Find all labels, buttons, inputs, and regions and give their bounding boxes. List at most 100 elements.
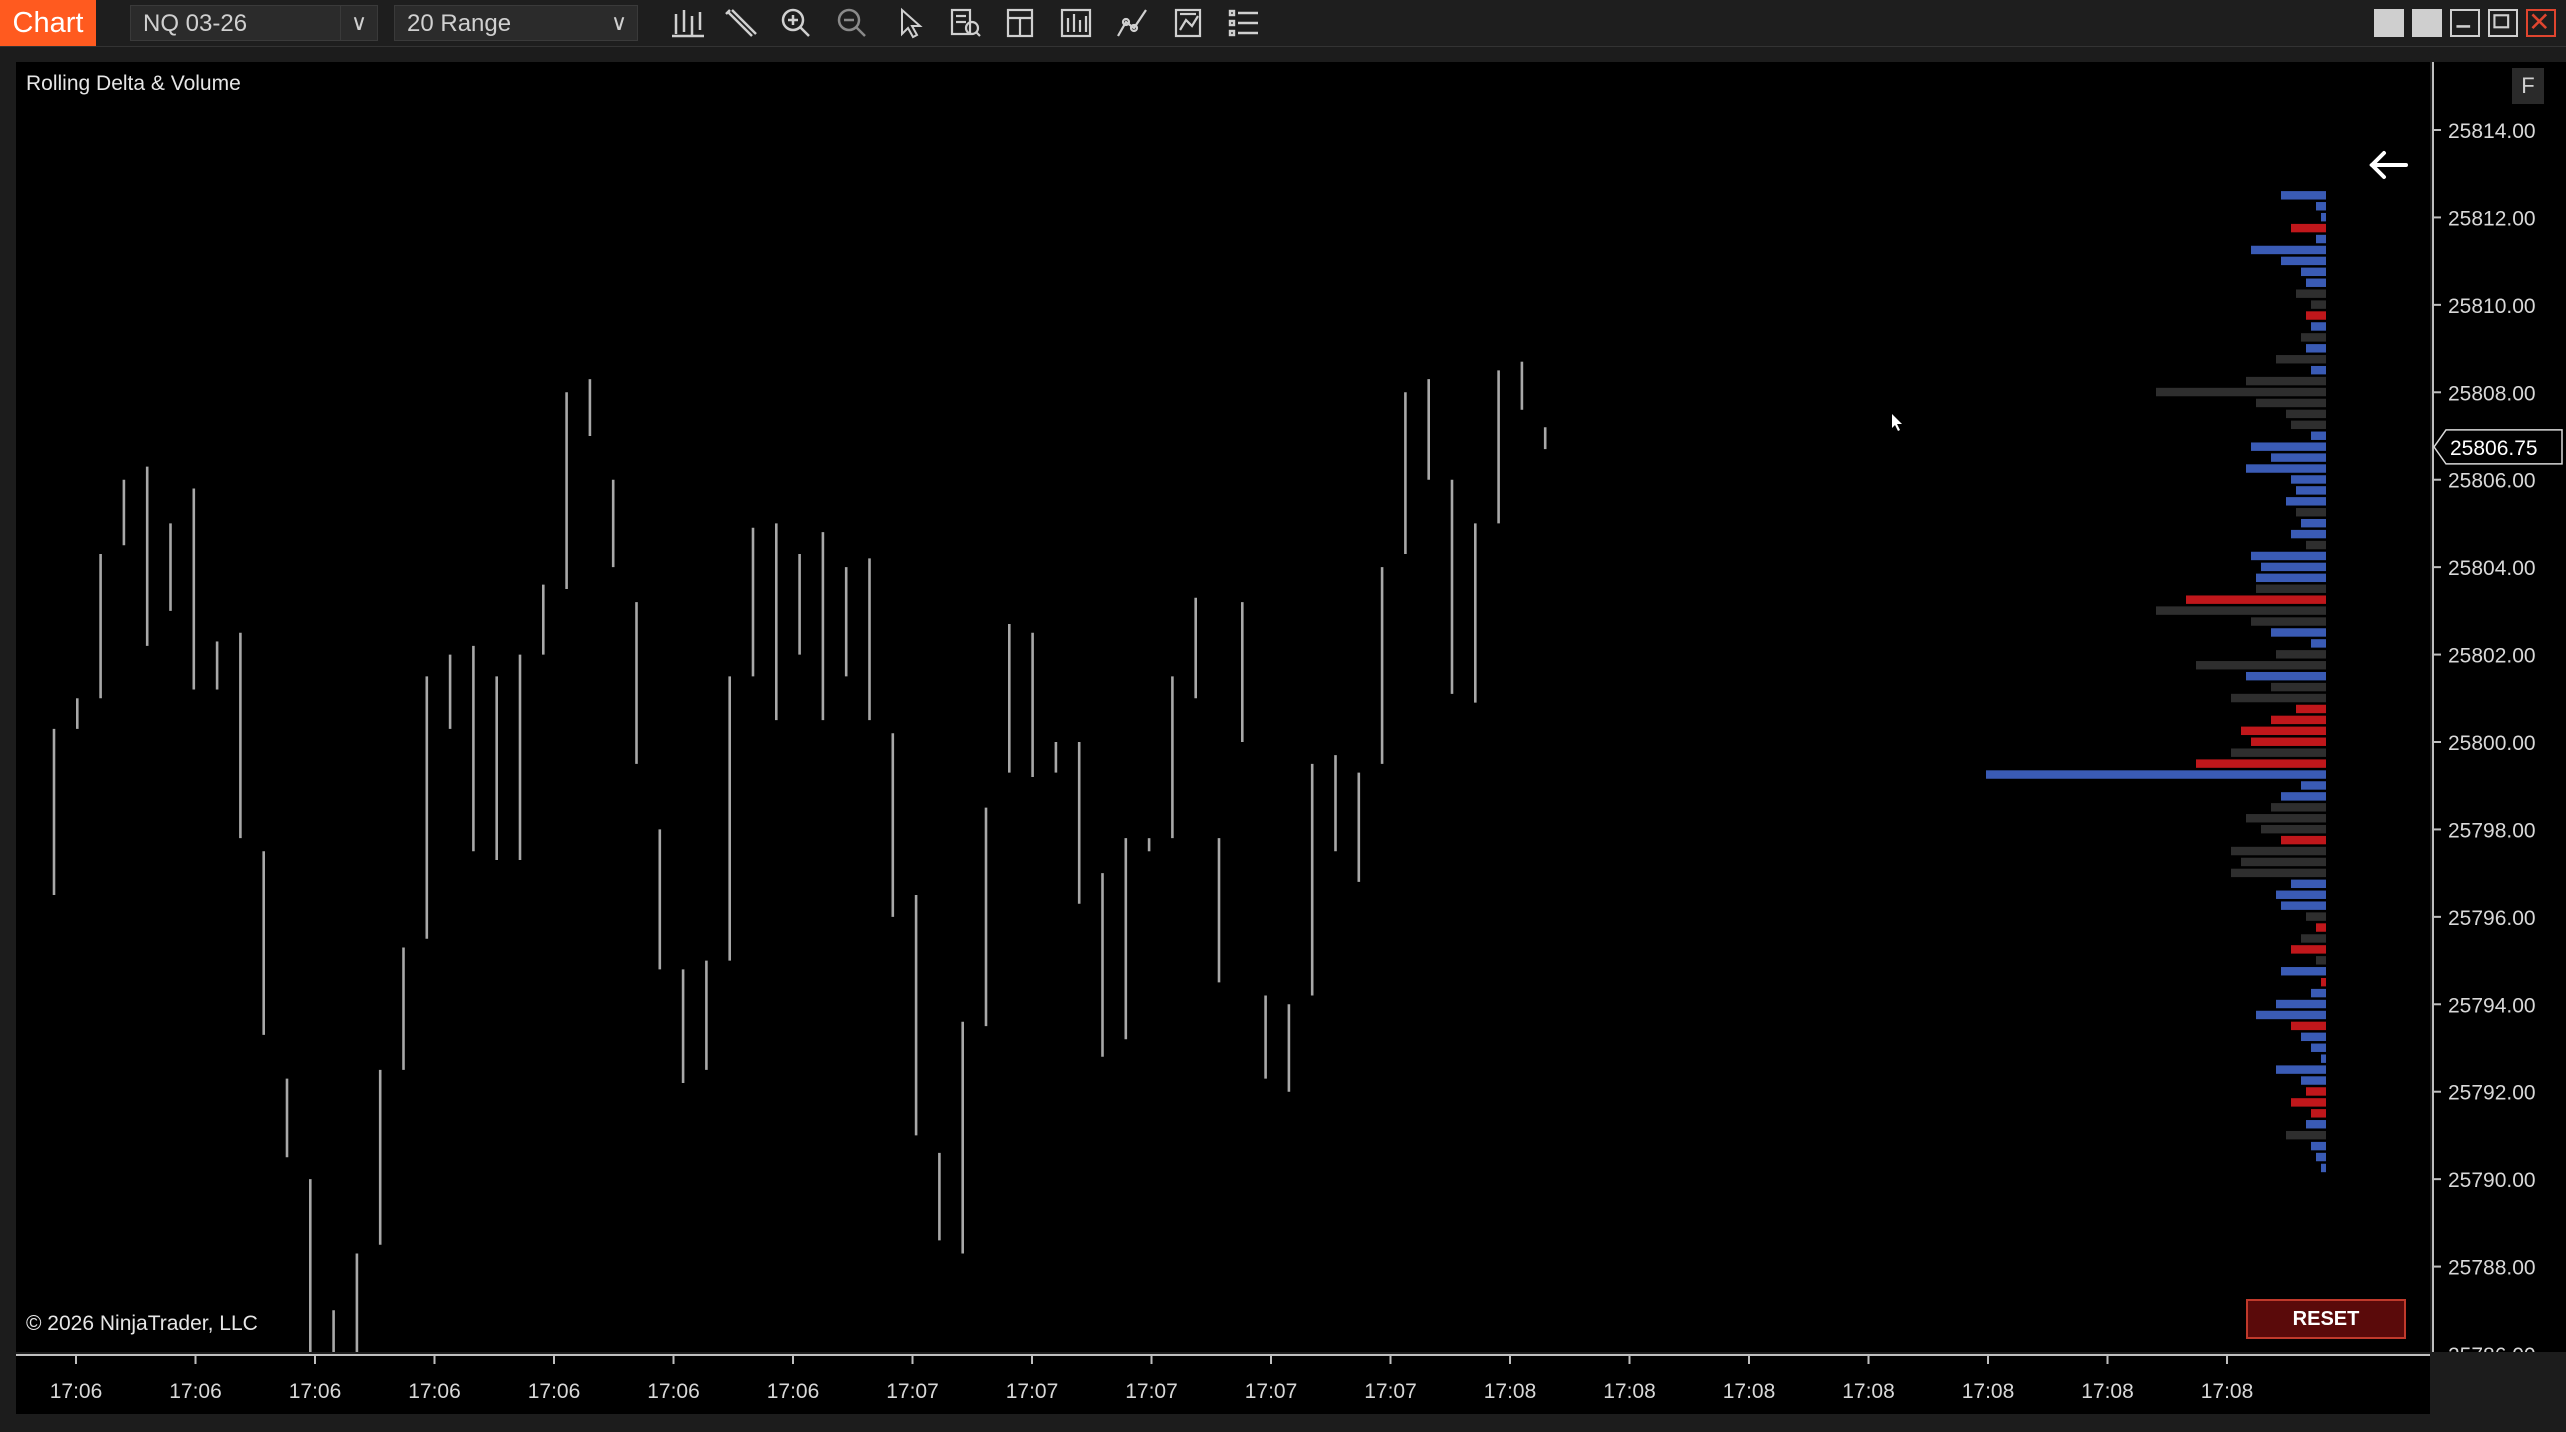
volume-profile-row <box>2231 868 2326 878</box>
volume-profile-row <box>2156 387 2326 397</box>
price-tick-label: 25810.00 <box>2448 295 2536 318</box>
time-tick-label: 17:06 <box>767 1380 820 1403</box>
time-axis-ticks: 17:06 17:06 17:06 17:06 17:06 17:06 17:06 17:07… <box>16 1354 2430 1403</box>
time-tick-label: 17:06 <box>647 1380 700 1403</box>
volume-profile-row <box>2301 934 2326 943</box>
volume-profile-row <box>2231 846 2326 856</box>
volume-profile-row <box>2271 453 2326 462</box>
volume-profile-row <box>2196 661 2326 670</box>
volume-profile-row <box>2306 278 2326 287</box>
reset-button[interactable]: RESET <box>2246 1299 2406 1339</box>
price-axis-ticks: 25814.00 25812.00 25810.00 25808.00 25806.00… <box>2432 62 2563 1367</box>
price-tick-label: 25812.00 <box>2448 207 2536 230</box>
strategies-icon[interactable] <box>1112 6 1152 40</box>
volume-profile-row <box>2246 464 2326 473</box>
templates-icon[interactable] <box>1168 6 1208 40</box>
price-chart[interactable] <box>16 62 2430 1352</box>
volume-profile-row <box>2281 191 2326 200</box>
volume-profile-row <box>2256 1010 2326 1020</box>
time-tick-label: 17:06 <box>169 1380 222 1403</box>
properties-icon[interactable] <box>1000 6 1040 40</box>
volume-profile-row <box>2311 300 2326 309</box>
volume-profile-row <box>2291 223 2326 233</box>
volume-profile-row <box>2311 988 2326 998</box>
volume-profile-row <box>2301 333 2326 342</box>
volume-profile-row <box>2291 475 2326 484</box>
volume-profile-row <box>2311 639 2326 648</box>
time-tick-label: 17:07 <box>1364 1380 1417 1403</box>
tile-icon[interactable] <box>2374 9 2404 37</box>
volume-profile-row <box>1986 770 2326 779</box>
volume-profile-row <box>2271 803 2326 812</box>
volume-profile-row <box>2241 726 2326 736</box>
volume-profile-row <box>2261 824 2326 834</box>
volume-profile-row <box>2311 322 2326 331</box>
volume-profile-row <box>2301 1032 2326 1042</box>
volume-profile-row <box>2286 409 2326 419</box>
volume-profile-row <box>2306 912 2326 921</box>
volume-profile-row <box>2276 355 2326 364</box>
volume-profile-row <box>2271 628 2326 637</box>
time-axis[interactable]: 17:06 17:06 17:06 17:06 17:06 17:06 17:06 17:07… <box>16 1354 2430 1414</box>
chart-window: Chart NQ 03-26 ∨ 20 Range ∨ Rolling Delt… <box>0 0 2566 1432</box>
volume-profile-row <box>2296 289 2326 298</box>
volume-profile-row <box>2321 1054 2326 1063</box>
price-axis[interactable]: 25814.00 25812.00 25810.00 25808.00 25806.00… <box>2432 62 2566 1367</box>
chart-panel[interactable]: Rolling Delta & Volume © 2026 NinjaTrade… <box>16 62 2430 1352</box>
chevron-down-icon[interactable]: ∨ <box>601 6 637 40</box>
price-tick-label: 25800.00 <box>2448 732 2536 755</box>
volume-profile-row <box>2246 671 2326 681</box>
data-box-icon[interactable] <box>944 6 984 40</box>
volume-profile-row <box>2321 977 2326 987</box>
chart-tab[interactable]: Chart <box>0 0 96 46</box>
back-arrow-icon[interactable] <box>2364 140 2414 190</box>
time-tick-label: 17:07 <box>1245 1380 1298 1403</box>
indicators-icon[interactable] <box>1056 6 1096 40</box>
volume-profile-row <box>2231 748 2326 757</box>
volume-profile-row <box>2276 890 2326 899</box>
bar-type-icon[interactable] <box>666 6 706 40</box>
tile-icon[interactable] <box>2412 9 2442 37</box>
price-tick-label: 25794.00 <box>2448 994 2536 1017</box>
time-tick-label: 17:08 <box>1603 1380 1656 1403</box>
close-icon[interactable] <box>2526 9 2556 37</box>
time-tick-label: 17:08 <box>1962 1380 2015 1403</box>
volume-profile-row <box>2281 967 2326 976</box>
volume-profile-row <box>2256 584 2326 593</box>
zoom-out-icon[interactable] <box>832 6 872 40</box>
price-tick-label: 25802.00 <box>2448 645 2536 668</box>
volume-profile-row <box>2316 234 2326 244</box>
maximize-icon[interactable] <box>2488 9 2518 37</box>
bar-type-selector[interactable]: 20 Range ∨ <box>394 5 638 41</box>
price-tick-label: 25808.00 <box>2448 382 2536 405</box>
volume-profile-row <box>2156 606 2326 615</box>
volume-profile-row <box>2186 595 2326 604</box>
volume-profile-row <box>2281 792 2326 801</box>
volume-profile-row <box>2311 431 2326 440</box>
drawing-tool-icon[interactable] <box>720 6 760 40</box>
volume-profile-row <box>2291 879 2326 889</box>
volume-profile-row <box>2306 1120 2326 1129</box>
volume-profile-row <box>2311 365 2326 375</box>
volume-profile-row <box>2291 420 2326 430</box>
volume-profile-row <box>2316 956 2326 965</box>
volume-profile-row <box>2306 344 2326 353</box>
chart-toolbar: Chart NQ 03-26 ∨ 20 Range ∨ <box>0 0 2566 47</box>
price-tick-label: 25790.00 <box>2448 1169 2536 1192</box>
volume-profile-row <box>2291 945 2326 954</box>
chart-trader-icon[interactable] <box>1224 6 1264 40</box>
volume-profile-row <box>2261 562 2326 572</box>
indicator-label: Rolling Delta & Volume <box>26 72 241 95</box>
zoom-in-icon[interactable] <box>776 6 816 40</box>
minimize-icon[interactable] <box>2450 9 2480 37</box>
chevron-down-icon[interactable]: ∨ <box>340 6 377 40</box>
volume-profile-row <box>2306 1087 2326 1096</box>
volume-profile-row <box>2251 442 2326 451</box>
volume-profile-row <box>2251 551 2326 561</box>
f-button[interactable]: F <box>2512 68 2544 104</box>
time-tick-label: 17:08 <box>2201 1380 2254 1403</box>
time-tick-label: 17:06 <box>528 1380 581 1403</box>
pointer-icon[interactable] <box>888 6 928 40</box>
instrument-selector[interactable]: NQ 03-26 ∨ <box>130 5 378 41</box>
volume-profile-row <box>2316 1152 2326 1162</box>
